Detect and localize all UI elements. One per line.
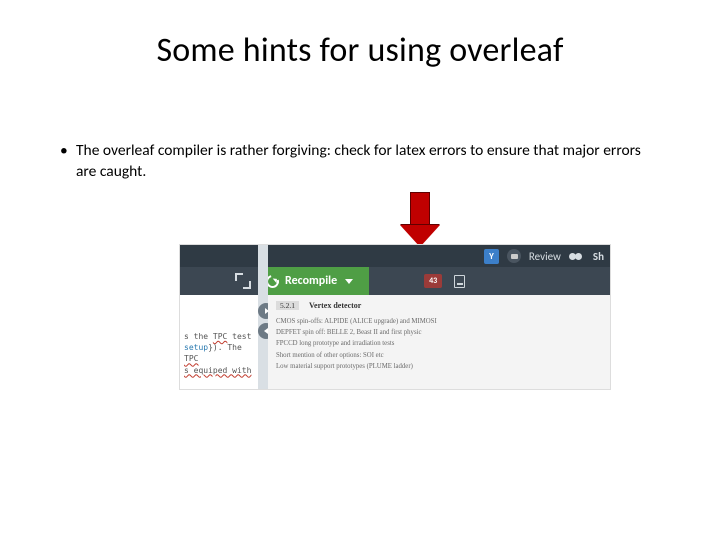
chevron-down-icon[interactable] bbox=[345, 279, 353, 284]
recompile-button[interactable]: Recompile bbox=[258, 267, 363, 295]
pdf-preview-pane[interactable]: 5.2.1 Vertex detector CMOS spin-offs: AL… bbox=[268, 295, 610, 389]
recompile-label: Recompile bbox=[285, 274, 337, 288]
review-label[interactable]: Review bbox=[529, 250, 561, 263]
download-pdf-button[interactable] bbox=[447, 267, 471, 295]
bullet-list: The overleaf compiler is rather forgivin… bbox=[60, 141, 660, 183]
bullet-item: The overleaf compiler is rather forgivin… bbox=[60, 141, 660, 183]
overleaf-screenshot: Y Review Sh Recompile 43 bbox=[180, 245, 610, 389]
collaborator-badge[interactable]: Y bbox=[484, 249, 499, 264]
slide: Some hints for using overleaf The overle… bbox=[0, 0, 720, 540]
share-label[interactable]: Sh bbox=[593, 250, 604, 263]
pdf-section-number: 5.2.1 bbox=[276, 301, 299, 310]
fullscreen-icon[interactable] bbox=[236, 274, 250, 288]
review-icon[interactable] bbox=[507, 249, 521, 263]
pdf-body-text: CMOS spin-offs: ALPIDE (ALICE upgrade) a… bbox=[276, 316, 602, 372]
slide-title: Some hints for using overleaf bbox=[60, 30, 660, 71]
logs-button[interactable]: 43 bbox=[419, 267, 447, 295]
error-count-badge: 43 bbox=[424, 274, 442, 288]
arrow-annotation bbox=[400, 192, 440, 248]
source-editor-pane[interactable]: s the TPC test setup}). The TPC s equipe… bbox=[180, 295, 258, 389]
pdf-section-title: Vertex detector bbox=[309, 301, 361, 310]
toolbar-divider bbox=[363, 267, 419, 295]
download-icon bbox=[454, 275, 465, 288]
pdf-toolbar: Recompile 43 bbox=[180, 267, 610, 295]
share-icon[interactable] bbox=[569, 250, 585, 262]
overleaf-topbar: Y Review Sh bbox=[180, 245, 610, 267]
